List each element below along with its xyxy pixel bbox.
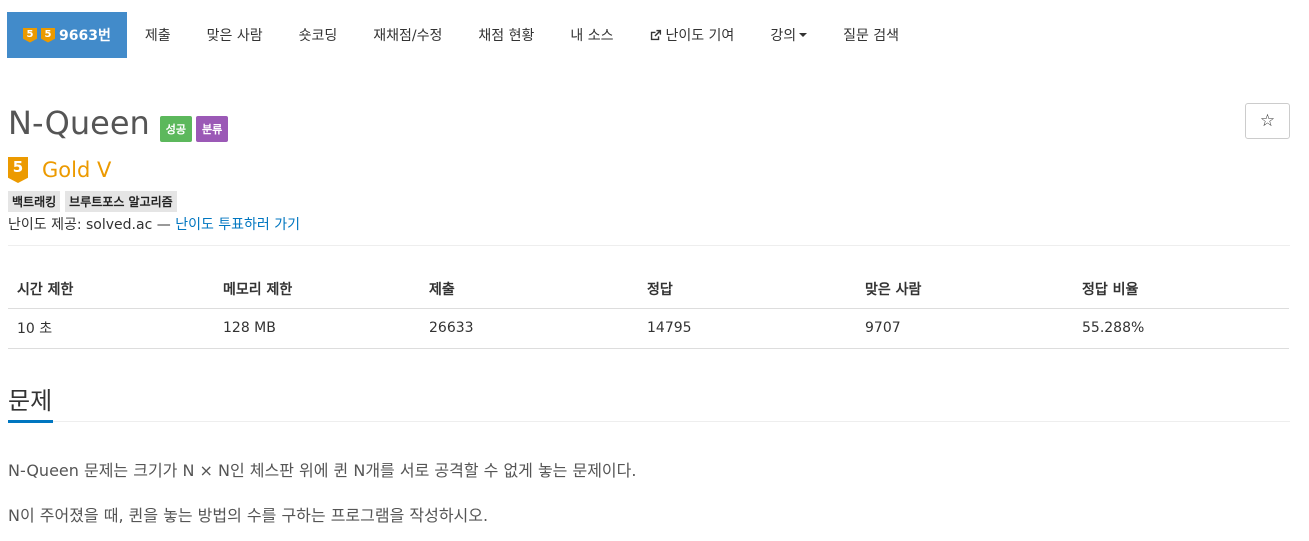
page-title: N-Queen (8, 104, 150, 142)
value-accepted: 14795 (638, 308, 856, 349)
value-time-limit: 10 초 (8, 308, 214, 349)
tag-bruteforce[interactable]: 브루트포스 알고리즘 (65, 191, 177, 212)
value-accepted-users: 9707 (856, 308, 1073, 349)
header-submissions: 제출 (420, 270, 638, 309)
tier-gold-icon: 5 (41, 27, 55, 43)
problem-nav: 5 5 9663번 제출 맞은 사람 숏코딩 재채점/수정 채점 현황 내 소스… (7, 12, 1302, 58)
status-badge-success: 성공 (159, 116, 193, 142)
nav-item-difficulty-contribute[interactable]: 난이도 기여 (631, 12, 752, 58)
value-memory-limit: 128 MB (214, 308, 420, 349)
table-row: 10 초 128 MB 26633 14795 9707 55.288% (8, 308, 1289, 349)
nav-item-label: 재채점/수정 (373, 28, 443, 44)
problem-title-row: N-Queen 성공 분류 (8, 104, 229, 142)
tier-gold-icon: 5 (8, 157, 28, 183)
header-accepted-users: 맞은 사람 (856, 270, 1073, 309)
nav-item-short-coding[interactable]: 숏코딩 (281, 12, 356, 58)
nav-item-question-search[interactable]: 질문 검색 (825, 12, 917, 58)
header-accepted: 정답 (638, 270, 856, 309)
nav-item-problem[interactable]: 5 5 9663번 (7, 12, 127, 58)
caret-down-icon (799, 33, 808, 37)
nav-item-status[interactable]: 채점 현황 (460, 12, 552, 58)
nav-item-accepted-users[interactable]: 맞은 사람 (189, 12, 281, 58)
nav-item-label: 강의 (770, 28, 797, 44)
nav-item-my-source[interactable]: 내 소스 (552, 12, 631, 58)
section-title-underline (8, 420, 53, 423)
value-submissions: 26633 (420, 308, 638, 349)
header-time-limit: 시간 제한 (8, 270, 214, 309)
nav-item-submit[interactable]: 제출 (127, 12, 189, 58)
tier-gold-icon: 5 (23, 27, 37, 43)
tier-name: Gold V (42, 158, 112, 182)
nav-item-label: 숏코딩 (298, 28, 338, 44)
nav-item-label: 내 소스 (570, 28, 614, 44)
value-accept-ratio: 55.288% (1073, 308, 1289, 349)
divider (8, 245, 1290, 246)
tag-backtracking[interactable]: 백트래킹 (8, 191, 61, 212)
algorithm-tags: 백트래킹 브루트포스 알고리즘 (8, 191, 177, 212)
difficulty-provider: 난이도 제공: solved.ac — 난이도 투표하러 가기 (8, 214, 300, 234)
nav-item-lecture-dropdown[interactable]: 강의 (752, 12, 825, 58)
nav-item-label: 채점 현황 (478, 28, 535, 44)
vote-difficulty-link[interactable]: 난이도 투표하러 가기 (175, 217, 300, 233)
star-icon: ☆ (1259, 111, 1276, 130)
divider (8, 421, 1290, 422)
header-memory-limit: 메모리 제한 (214, 270, 420, 309)
category-badge[interactable]: 분류 (196, 116, 229, 142)
favorite-star-button[interactable]: ☆ (1245, 103, 1290, 139)
problem-description-paragraph: N이 주어졌을 때, 퀸을 놓는 방법의 수를 구하는 프로그램을 작성하시오. (8, 506, 489, 525)
nav-item-label: 질문 검색 (843, 28, 900, 44)
provider-text: 난이도 제공: solved.ac — (8, 217, 171, 233)
header-accept-ratio: 정답 비율 (1073, 270, 1289, 309)
table-header-row: 시간 제한 메모리 제한 제출 정답 맞은 사람 정답 비율 (8, 270, 1289, 309)
nav-item-problem-label: 9663번 (59, 28, 111, 44)
nav-item-label: 난이도 기여 (665, 28, 735, 44)
problem-info-table: 시간 제한 메모리 제한 제출 정답 맞은 사람 정답 비율 10 초 128 … (8, 270, 1289, 349)
nav-item-rejudge[interactable]: 재채점/수정 (355, 12, 460, 58)
nav-item-label: 제출 (144, 28, 171, 44)
section-title-problem: 문제 (8, 387, 53, 415)
nav-item-label: 맞은 사람 (206, 28, 263, 44)
tier-row: 5 Gold V (8, 157, 111, 183)
external-link-icon (651, 29, 662, 40)
problem-description-paragraph: N-Queen 문제는 크기가 N × N인 체스판 위에 퀸 N개를 서로 공… (8, 461, 637, 480)
